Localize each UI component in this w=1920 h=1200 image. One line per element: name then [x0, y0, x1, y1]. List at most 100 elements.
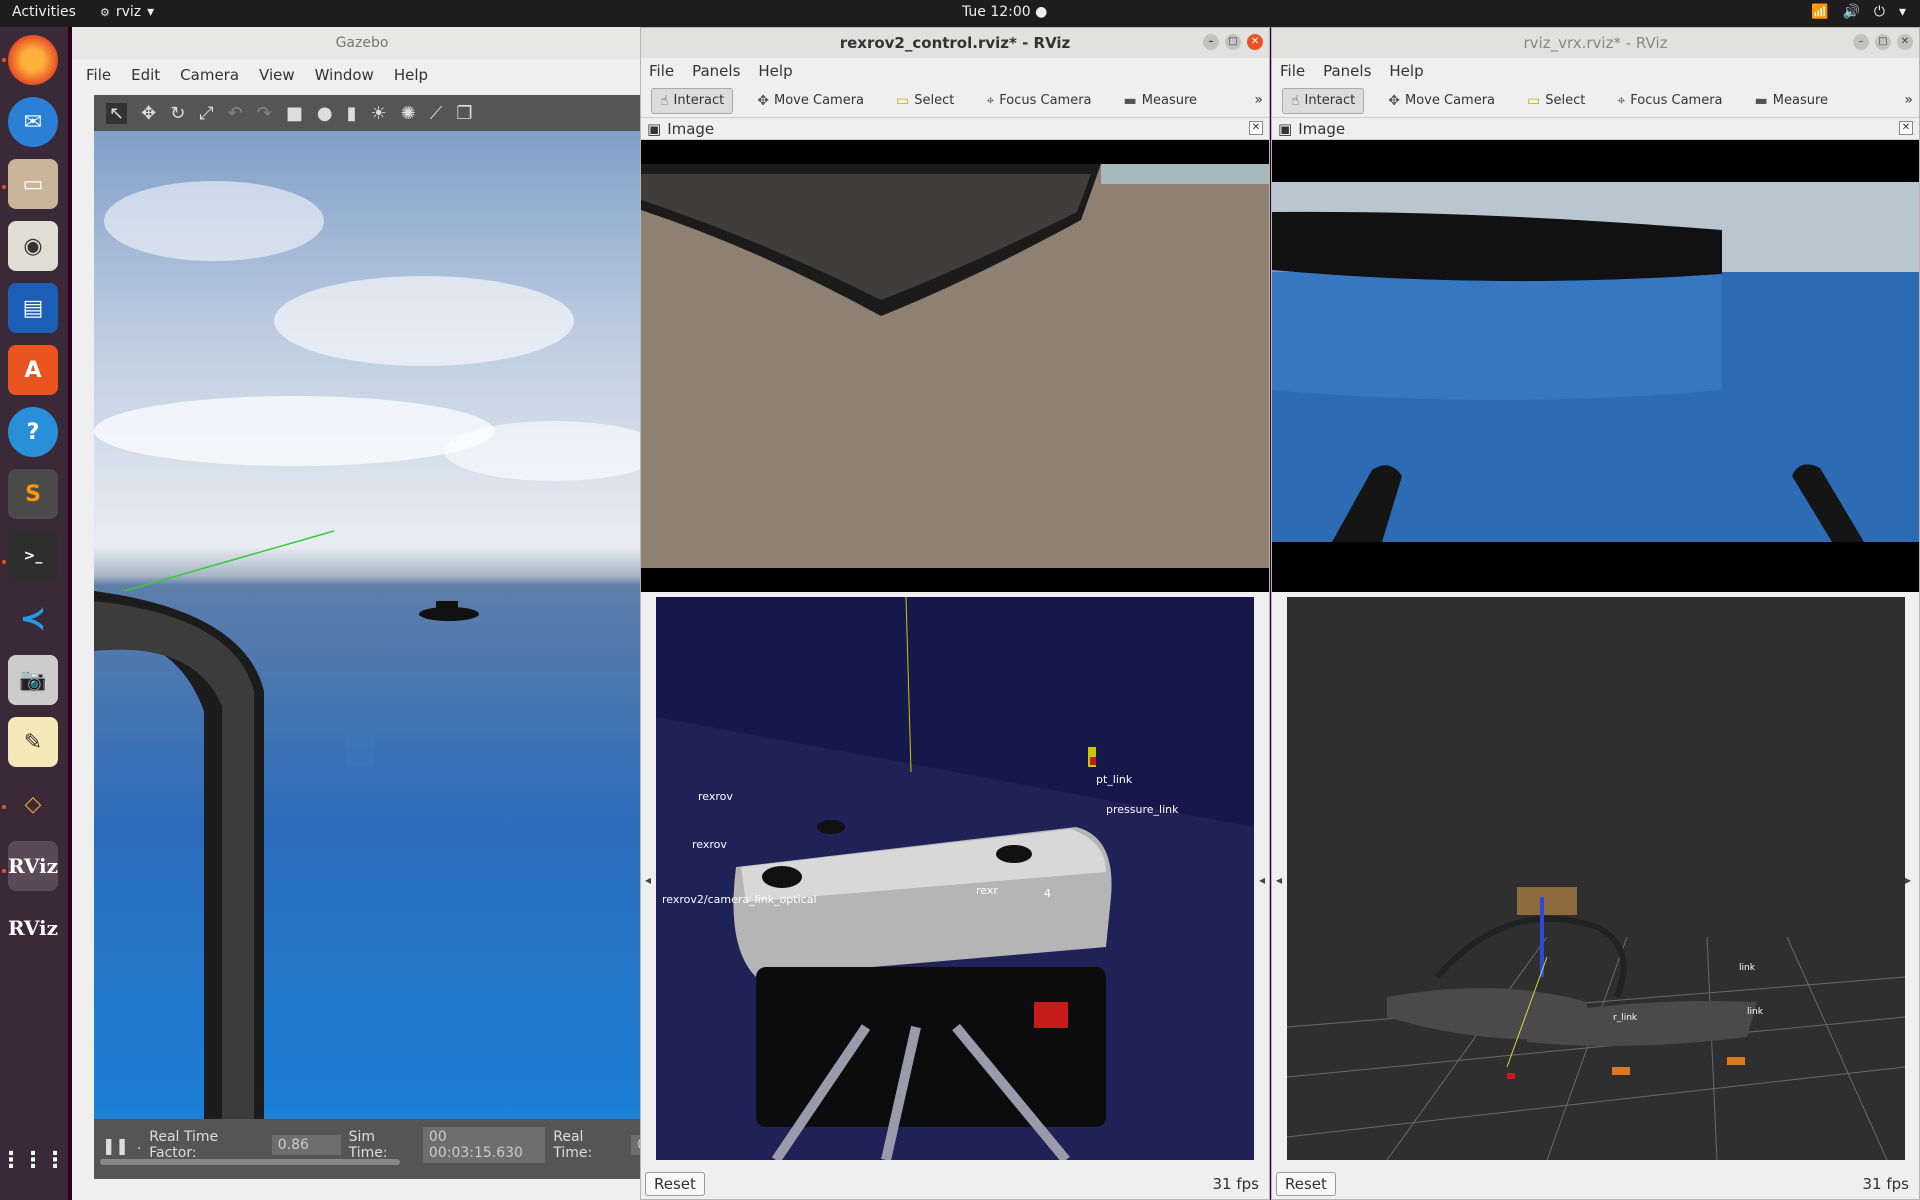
- sun-light-icon[interactable]: ☀: [371, 103, 387, 124]
- writer-icon[interactable]: ▤: [8, 283, 58, 333]
- tool-select[interactable]: ▭ Select: [1519, 89, 1593, 113]
- menu-help[interactable]: Help: [758, 62, 792, 80]
- tool-interact[interactable]: ☝ Interact: [651, 87, 734, 114]
- tool-label: Interact: [1304, 93, 1356, 108]
- rviz-toolbar: ☝ Interact ✥ Move Camera ▭ Select ⌖ Focus Ca…: [641, 84, 1269, 118]
- menu-panels[interactable]: Panels: [692, 62, 740, 80]
- copy-icon[interactable]: ❐: [456, 103, 472, 124]
- menu-file[interactable]: File: [1280, 62, 1305, 80]
- point-light-icon[interactable]: ✺: [401, 103, 416, 124]
- tool-measure[interactable]: ▬ Measure: [1747, 89, 1836, 113]
- menu-panels[interactable]: Panels: [1323, 62, 1371, 80]
- terminal-icon[interactable]: >_: [8, 531, 58, 581]
- fps-label: 31 fps: [1862, 1175, 1909, 1193]
- focus-icon: ⌖: [1617, 92, 1626, 109]
- rviz-window-control: rexrov2_control.rviz* - RViz – □ ✕ File …: [640, 27, 1270, 1200]
- show-apps-icon[interactable]: ⋮⋮⋮: [0, 1135, 66, 1185]
- rviz-icon[interactable]: RViz: [8, 841, 58, 891]
- tool-move-camera[interactable]: ✥ Move Camera: [749, 89, 872, 113]
- minimize-icon[interactable]: –: [1203, 34, 1219, 50]
- box-icon[interactable]: ■: [286, 103, 303, 124]
- 3d-render-view[interactable]: pt_link pressure_link rexrov rexrov rexr…: [656, 597, 1254, 1160]
- scale-icon[interactable]: ⤢: [199, 103, 213, 124]
- fps-label: 31 fps: [1212, 1175, 1259, 1193]
- sphere-icon[interactable]: ●: [317, 103, 333, 124]
- software-icon[interactable]: A: [8, 345, 58, 395]
- menu-camera[interactable]: Camera: [180, 66, 239, 84]
- activities-button[interactable]: Activities: [12, 4, 76, 20]
- rviz-icon[interactable]: RViz: [8, 903, 58, 953]
- running-indicator: [2, 560, 6, 564]
- close-icon[interactable]: ✕: [1897, 34, 1913, 50]
- thunderbird-icon[interactable]: ✉: [8, 97, 58, 147]
- undo-icon[interactable]: ↶: [228, 103, 243, 124]
- files-icon[interactable]: ▭: [8, 159, 58, 209]
- move-icon: ✥: [757, 92, 769, 109]
- more-tools-icon[interactable]: »: [1254, 92, 1263, 108]
- help-icon[interactable]: ?: [8, 407, 58, 457]
- maximize-icon[interactable]: □: [1875, 34, 1891, 50]
- reset-button[interactable]: Reset: [645, 1172, 705, 1196]
- image-panel-icon: ▣: [647, 119, 662, 138]
- translate-icon[interactable]: ✥: [141, 103, 156, 124]
- reset-button[interactable]: Reset: [1276, 1172, 1336, 1196]
- collapse-left-icon[interactable]: ◂: [1276, 873, 1282, 887]
- step-icon[interactable]: .: [137, 1137, 141, 1153]
- menu-help[interactable]: Help: [1389, 62, 1423, 80]
- camera-icon[interactable]: 📷: [8, 655, 58, 705]
- clock[interactable]: Tue 12:00 ●: [962, 4, 1047, 20]
- select-arrow-icon[interactable]: ↖: [106, 102, 128, 124]
- window-title: rviz_vrx.rviz* - RViz: [1523, 34, 1668, 52]
- tool-label: Focus Camera: [1630, 93, 1723, 108]
- close-icon[interactable]: ✕: [1247, 34, 1263, 50]
- menu-file[interactable]: File: [649, 62, 674, 80]
- tool-interact[interactable]: ☝ Interact: [1282, 87, 1365, 114]
- menu-bar: File Panels Help: [1272, 58, 1919, 84]
- tool-select[interactable]: ▭ Select: [888, 89, 962, 113]
- 3d-render-view[interactable]: r_link link link: [1287, 597, 1905, 1160]
- pause-icon[interactable]: ❚❚: [102, 1136, 129, 1155]
- camera-image-render: [641, 140, 1269, 592]
- rotate-icon[interactable]: ↻: [170, 103, 185, 124]
- window-titlebar[interactable]: rviz_vrx.rviz* - RViz – □ ✕: [1272, 28, 1919, 58]
- rhythmbox-icon[interactable]: ◉: [8, 221, 58, 271]
- tool-move-camera[interactable]: ✥ Move Camera: [1380, 89, 1503, 113]
- tool-label: Move Camera: [1405, 93, 1496, 108]
- vscode-icon[interactable]: ≺: [8, 593, 58, 643]
- collapse-right-icon[interactable]: ▸: [1905, 873, 1911, 887]
- redo-icon[interactable]: ↷: [257, 103, 272, 124]
- collapse-right-icon[interactable]: ◂: [1259, 873, 1265, 887]
- system-tray[interactable]: 📶 🔊 ⏻ ▾: [1811, 4, 1906, 20]
- minimize-icon[interactable]: –: [1853, 34, 1869, 50]
- frame-label: rexrov: [698, 790, 733, 803]
- gazebo-3d-viewport[interactable]: [94, 131, 652, 1119]
- firefox-icon[interactable]: [8, 35, 58, 85]
- horizontal-scrollbar[interactable]: [100, 1159, 400, 1165]
- menu-file[interactable]: File: [86, 66, 111, 84]
- app-menu[interactable]: ⚙ rviz ▾: [100, 4, 154, 20]
- tool-focus-camera[interactable]: ⌖ Focus Camera: [1609, 89, 1730, 113]
- collapse-left-icon[interactable]: ◂: [645, 873, 651, 887]
- window-titlebar[interactable]: rexrov2_control.rviz* - RViz – □ ✕: [641, 28, 1269, 58]
- maximize-icon[interactable]: □: [1225, 34, 1241, 50]
- tool-focus-camera[interactable]: ⌖ Focus Camera: [978, 89, 1099, 113]
- menu-window[interactable]: Window: [315, 66, 374, 84]
- close-icon[interactable]: ✕: [1899, 121, 1913, 135]
- gazebo-icon[interactable]: ◇: [8, 779, 58, 829]
- rviz-window-vrx: rviz_vrx.rviz* - RViz – □ ✕ File Panels …: [1271, 27, 1920, 1200]
- sublime-icon[interactable]: S: [8, 469, 58, 519]
- camera-image: [1272, 140, 1919, 592]
- close-icon[interactable]: ✕: [1249, 121, 1263, 135]
- window-titlebar[interactable]: Gazebo: [72, 27, 652, 59]
- spot-light-icon[interactable]: ⟋: [430, 103, 443, 124]
- more-tools-icon[interactable]: »: [1904, 92, 1913, 108]
- menu-view[interactable]: View: [259, 66, 295, 84]
- tool-measure[interactable]: ▬ Measure: [1116, 89, 1205, 113]
- frame-label: r_link: [1613, 1013, 1638, 1023]
- tool-label: Interact: [673, 93, 725, 108]
- text-editor-icon[interactable]: ✎: [8, 717, 58, 767]
- menu-help[interactable]: Help: [394, 66, 428, 84]
- rviz-toolbar: ☝ Interact ✥ Move Camera ▭ Select ⌖ Focus Ca…: [1272, 84, 1919, 118]
- cylinder-icon[interactable]: ▮: [347, 103, 357, 124]
- menu-edit[interactable]: Edit: [131, 66, 160, 84]
